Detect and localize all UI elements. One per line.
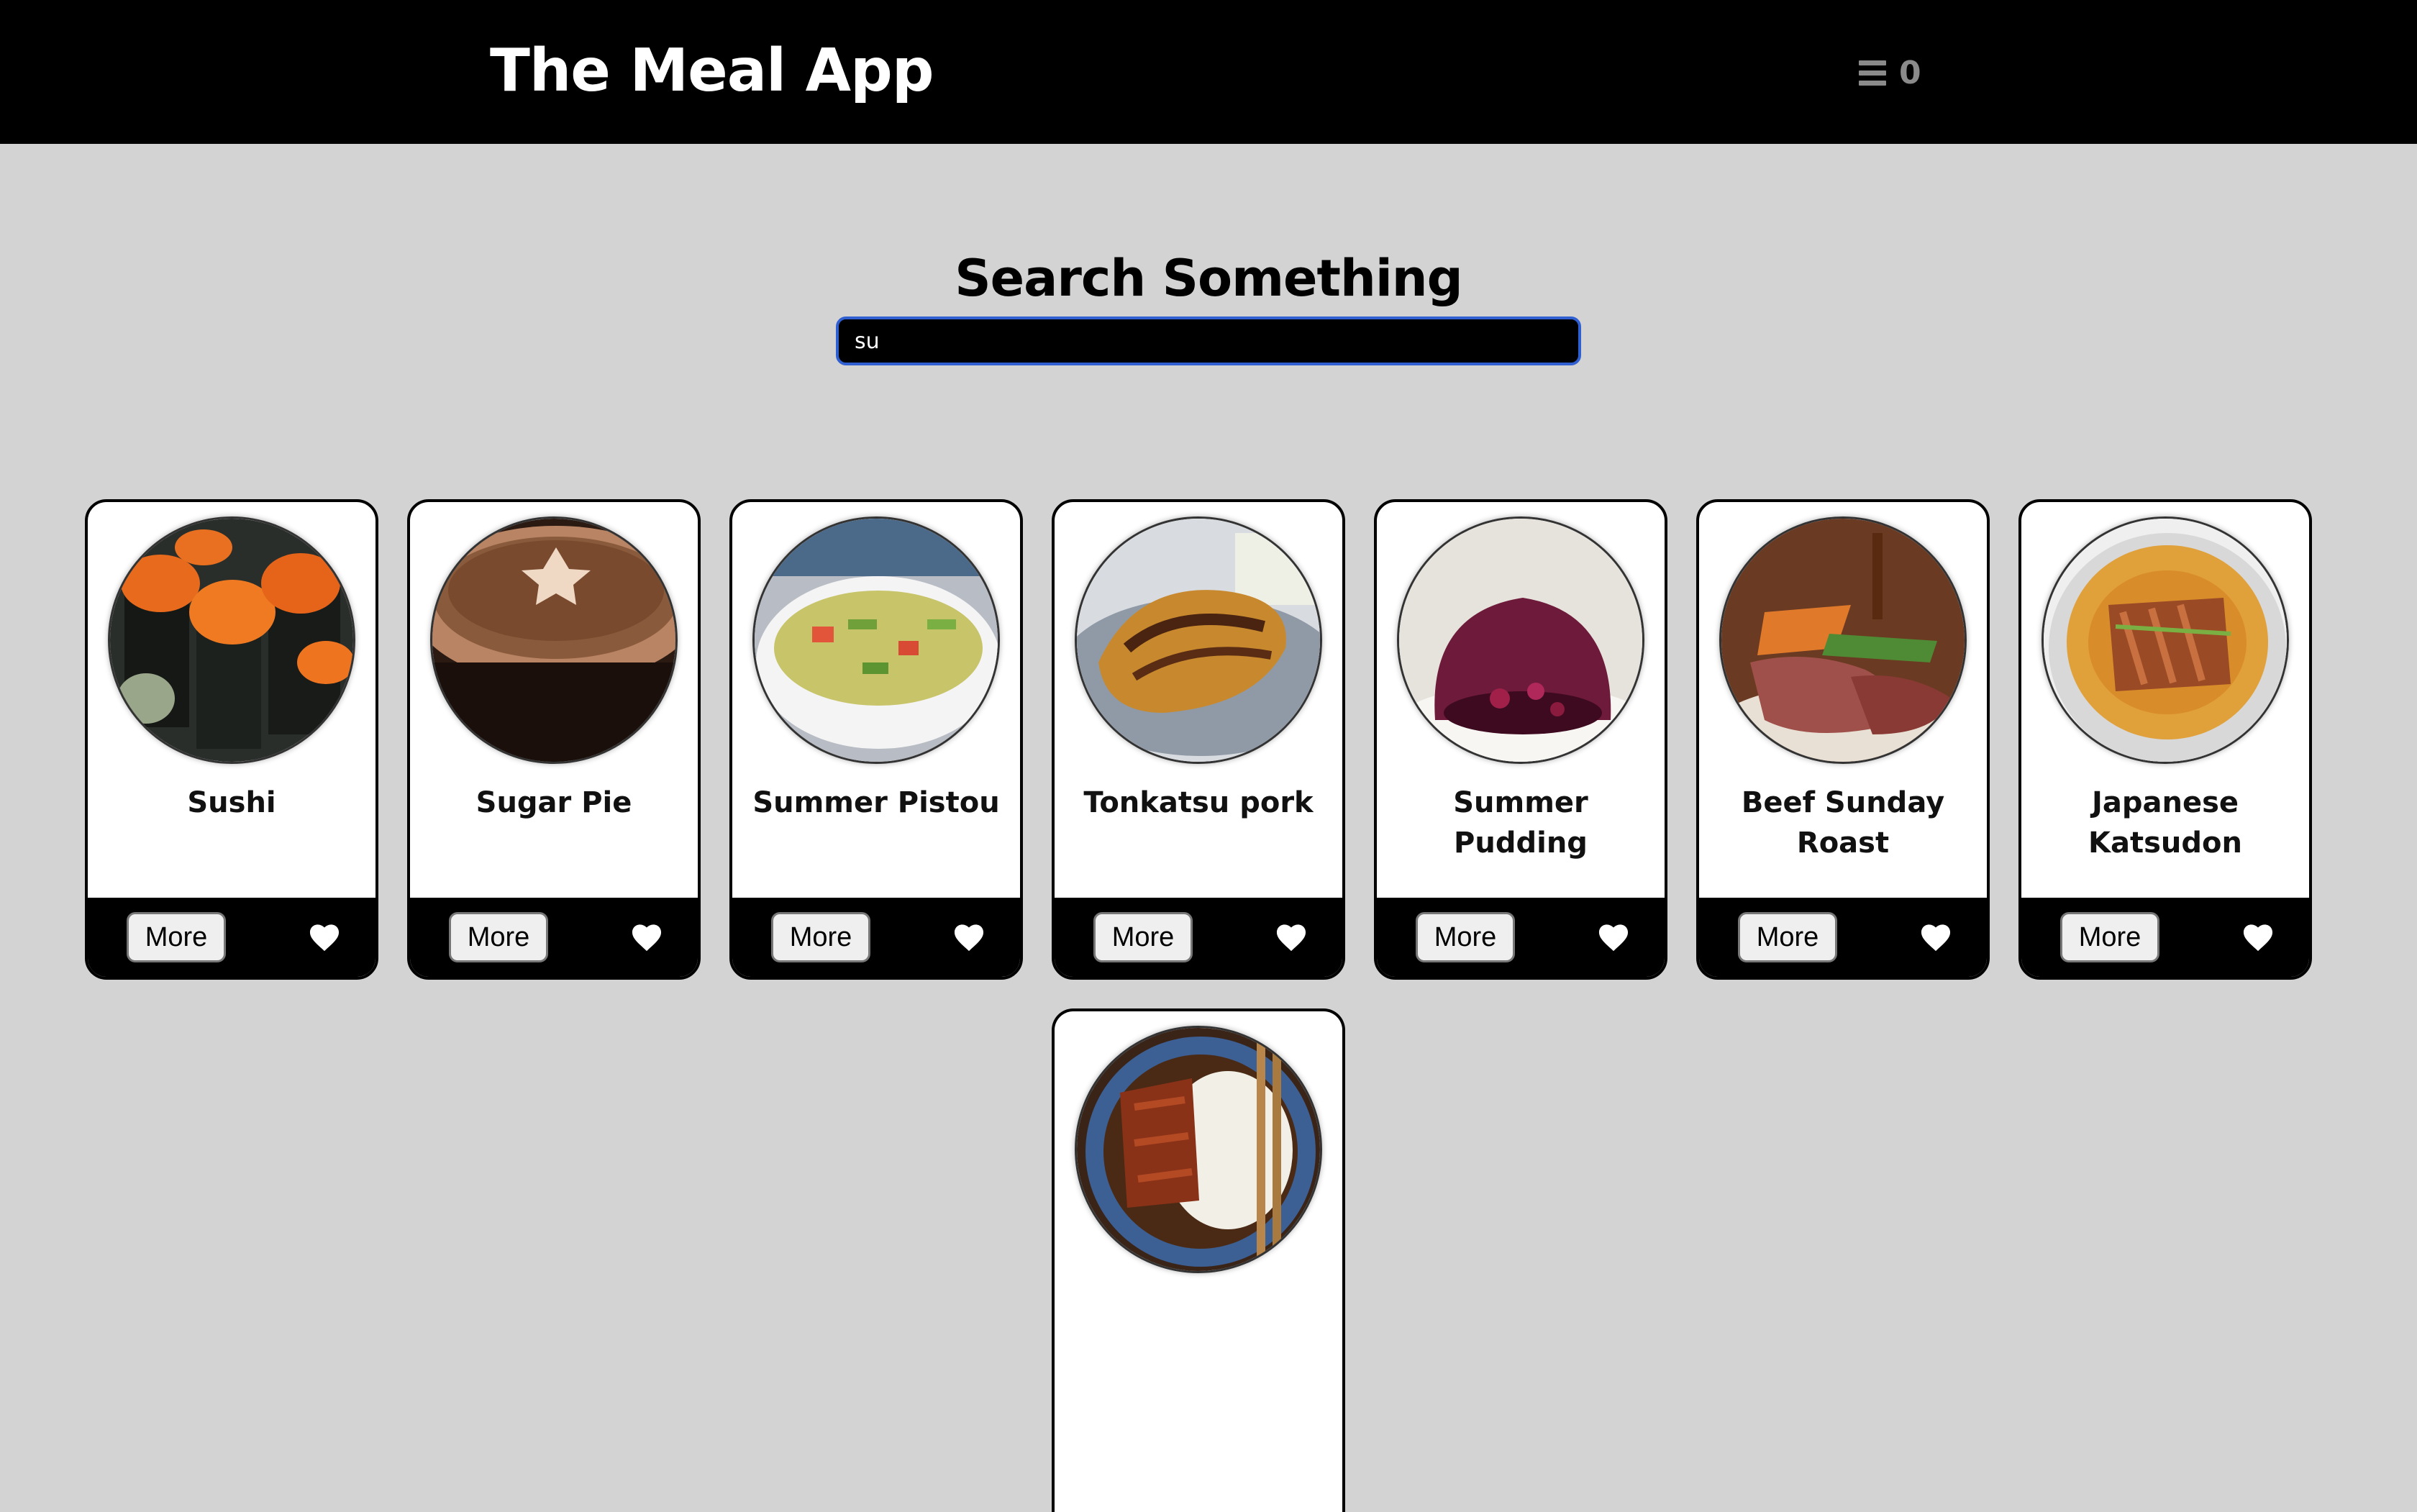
- more-button[interactable]: More: [771, 912, 870, 962]
- meal-name: Summer Pistou: [752, 786, 1000, 819]
- meal-card: Japanese Katsudon More: [2018, 499, 2312, 980]
- meal-name: Sushi: [187, 786, 276, 819]
- meal-name: Sugar Pie: [475, 786, 632, 819]
- hamburger-menu-icon: [1859, 60, 1886, 86]
- more-button[interactable]: More: [127, 912, 226, 962]
- meal-image[interactable]: [1075, 1026, 1322, 1273]
- navbar: The Meal App 0: [0, 0, 2417, 144]
- meal-name: Tonkatsu pork: [1083, 786, 1314, 819]
- heart-icon[interactable]: [952, 922, 986, 952]
- search-title: Search Something: [955, 249, 1463, 308]
- meal-image[interactable]: [108, 516, 355, 764]
- meal-card: Summer Pudding More: [1374, 499, 1667, 980]
- meal-card: [1052, 1008, 1345, 1512]
- meal-name: Japanese Katsudon: [2088, 786, 2242, 860]
- card-footer: More: [732, 898, 1020, 977]
- card-footer: More: [2021, 898, 2309, 977]
- meal-image[interactable]: [752, 516, 1000, 764]
- favorites-count: 0: [1899, 54, 1921, 91]
- meal-image[interactable]: [2042, 516, 2289, 764]
- meal-card: Sushi More: [85, 499, 378, 980]
- heart-icon[interactable]: [1919, 922, 1952, 952]
- more-button[interactable]: More: [1738, 912, 1837, 962]
- meal-card: Summer Pistou More: [729, 499, 1023, 980]
- search-input[interactable]: [836, 316, 1581, 365]
- more-button[interactable]: More: [449, 912, 548, 962]
- more-button[interactable]: More: [1093, 912, 1193, 962]
- favorites-link[interactable]: 0: [1859, 47, 1921, 98]
- meal-image[interactable]: [1075, 516, 1322, 764]
- meal-image[interactable]: [1719, 516, 1967, 764]
- app-title[interactable]: The Meal App: [490, 32, 934, 111]
- meal-card: Tonkatsu pork More: [1052, 499, 1345, 980]
- heart-icon[interactable]: [1275, 922, 1308, 952]
- more-button[interactable]: More: [1416, 912, 1515, 962]
- meal-image[interactable]: [1397, 516, 1644, 764]
- meal-name: Beef Sunday Roast: [1741, 786, 1945, 860]
- card-footer: More: [1377, 898, 1665, 977]
- meal-card: Sugar Pie More: [407, 499, 701, 980]
- card-footer: More: [1055, 898, 1342, 977]
- meal-card: Beef Sunday Roast More: [1696, 499, 1990, 980]
- heart-icon[interactable]: [2241, 922, 2275, 952]
- heart-icon[interactable]: [1597, 922, 1630, 952]
- meal-name: Summer Pudding: [1453, 786, 1588, 860]
- more-button[interactable]: More: [2060, 912, 2159, 962]
- heart-icon[interactable]: [630, 922, 663, 952]
- meal-image[interactable]: [430, 516, 678, 764]
- card-footer: More: [410, 898, 698, 977]
- heart-icon[interactable]: [308, 922, 341, 952]
- card-footer: More: [1699, 898, 1987, 977]
- card-footer: More: [88, 898, 375, 977]
